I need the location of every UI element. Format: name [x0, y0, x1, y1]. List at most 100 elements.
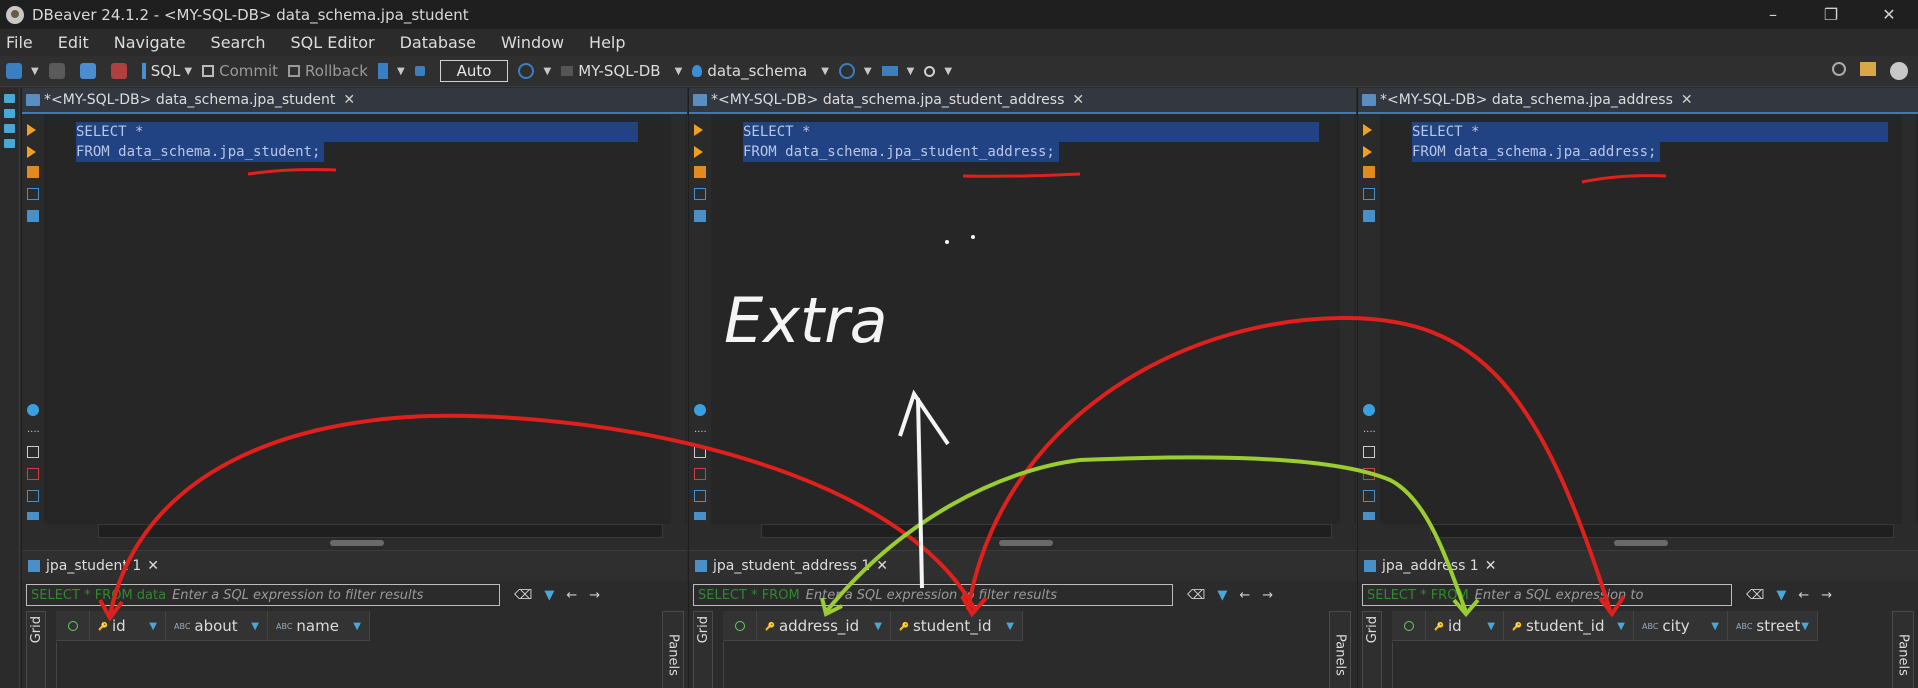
column-header-id[interactable]: 🔑 id ▼ — [1426, 611, 1504, 641]
sort-arrow-icon[interactable]: ▼ — [1711, 621, 1719, 632]
execute-script-icon[interactable] — [27, 146, 36, 158]
editor-results-splitter[interactable] — [999, 540, 1053, 546]
sort-arrow-icon[interactable]: ▼ — [1801, 621, 1809, 632]
grid-view-tab[interactable]: Grid — [693, 611, 713, 688]
menu-navigate[interactable]: Navigate — [114, 33, 186, 52]
menu-file[interactable]: File — [6, 33, 33, 52]
horizontal-scrollbar[interactable] — [1430, 524, 1894, 538]
minimize-button[interactable]: – — [1744, 0, 1802, 29]
back-icon[interactable]: ← — [1239, 588, 1250, 603]
filter-icon[interactable]: ▼ — [1217, 588, 1227, 603]
sort-arrow-icon[interactable]: ▼ — [1006, 621, 1014, 632]
explain-plan-icon[interactable] — [1363, 166, 1375, 178]
close-tab-icon[interactable]: ✕ — [343, 92, 355, 108]
error-log-icon[interactable] — [694, 468, 706, 480]
dbeaver-perspective-icon[interactable] — [1890, 62, 1908, 80]
sql-editor-button[interactable]: SQL ▼ — [141, 62, 192, 80]
column-header-name[interactable]: ABC name ▼ — [268, 611, 370, 641]
explain-plan-icon[interactable] — [694, 166, 706, 178]
commit-button[interactable]: Commit — [202, 62, 278, 80]
back-icon[interactable]: ← — [566, 588, 577, 603]
column-header-student-id[interactable]: 🔑 student_id ▼ — [891, 611, 1023, 641]
execute-script-icon[interactable] — [1363, 146, 1372, 158]
execute-statement-icon[interactable] — [27, 124, 36, 136]
load-script-icon[interactable] — [27, 188, 39, 200]
tools-button[interactable]: ▼ — [838, 63, 872, 79]
menu-help[interactable]: Help — [589, 33, 625, 52]
row-selector-header[interactable] — [56, 611, 90, 641]
panels-tab[interactable]: Panels — [1329, 611, 1351, 688]
sql-editor[interactable]: .... SELECT * FROM data_schema.jpa_stude… — [689, 114, 1356, 524]
terminal-icon[interactable] — [1363, 210, 1375, 222]
output-icon[interactable] — [27, 490, 39, 502]
horizontal-scrollbar[interactable] — [98, 524, 663, 538]
active-connection-selector[interactable]: MY-SQL-DB ▼ — [561, 62, 682, 80]
sort-arrow-icon[interactable]: ▼ — [1487, 621, 1495, 632]
row-selector-header[interactable] — [1392, 611, 1426, 641]
output-icon[interactable] — [694, 490, 706, 502]
terminal-icon[interactable] — [27, 210, 39, 222]
close-results-icon[interactable]: ✕ — [1485, 558, 1497, 574]
clear-filter-icon[interactable]: ⌫ — [514, 588, 532, 603]
editor-results-splitter[interactable] — [1614, 540, 1668, 546]
settings-icon[interactable] — [1363, 404, 1375, 416]
execute-statement-icon[interactable] — [1363, 124, 1372, 136]
column-header-address-id[interactable]: 🔑 address_id ▼ — [757, 611, 891, 641]
grid-view-tab[interactable]: Grid — [26, 611, 46, 688]
vertical-scrollbar[interactable] — [671, 114, 685, 524]
filter-input[interactable]: SELECT * FROM Enter a SQL expression to — [1362, 584, 1732, 606]
editor-tab-jpa-student[interactable]: *<MY-SQL-DB> data_schema.jpa_student ✕ — [22, 88, 687, 114]
results-tab-jpa-student-address[interactable]: jpa_student_address 1 ✕ — [689, 551, 1356, 581]
column-header-street[interactable]: ABC street ▼ — [1728, 611, 1818, 641]
transaction-mode-button[interactable]: ▼ — [377, 63, 405, 79]
disconnect-button[interactable] — [110, 63, 132, 79]
panels-tab[interactable]: Panels — [662, 611, 684, 688]
close-tab-icon[interactable]: ✕ — [1681, 92, 1693, 108]
filter-input[interactable]: SELECT * FROM Enter a SQL expression to … — [693, 584, 1173, 606]
active-schema-selector[interactable]: data_schema ▼ — [692, 62, 829, 80]
database-navigator-icon[interactable] — [4, 94, 15, 103]
clear-filter-icon[interactable]: ⌫ — [1187, 588, 1205, 603]
execute-script-icon[interactable] — [694, 146, 703, 158]
forward-icon[interactable]: → — [1821, 588, 1832, 603]
terminal-icon[interactable] — [694, 210, 706, 222]
sql-editor[interactable]: .... SELECT * FROM data_schema.jpa_stude… — [22, 114, 687, 524]
column-header-city[interactable]: ABC city ▼ — [1634, 611, 1728, 641]
statistics-icon[interactable] — [27, 512, 39, 520]
explain-plan-icon[interactable] — [27, 166, 39, 178]
settings-icon[interactable] — [27, 404, 39, 416]
filter-input[interactable]: SELECT * FROM data Enter a SQL expressio… — [26, 584, 500, 606]
vertical-scrollbar[interactable] — [1340, 114, 1354, 524]
close-results-icon[interactable]: ✕ — [876, 558, 888, 574]
statistics-icon[interactable] — [1363, 512, 1375, 520]
export-icon[interactable] — [694, 446, 706, 458]
editor-tab-jpa-address[interactable]: *<MY-SQL-DB> data_schema.jpa_address ✕ — [1358, 88, 1918, 114]
menu-sql-editor[interactable]: SQL Editor — [291, 33, 375, 52]
history-button[interactable]: ▼ — [518, 63, 551, 79]
export-icon[interactable] — [27, 446, 39, 458]
invalidate-button[interactable] — [79, 63, 101, 79]
sort-arrow-icon[interactable]: ▼ — [353, 621, 361, 632]
sort-arrow-icon[interactable]: ▼ — [874, 621, 882, 632]
menu-database[interactable]: Database — [400, 33, 476, 52]
execute-statement-icon[interactable] — [694, 124, 703, 136]
grid-view-tab[interactable]: Grid — [1362, 611, 1382, 688]
panels-tab[interactable]: Panels — [1892, 611, 1914, 688]
project-explorer-icon[interactable] — [4, 124, 15, 133]
row-selector-header[interactable] — [723, 611, 757, 641]
horizontal-scrollbar[interactable] — [761, 524, 1332, 538]
lock-button[interactable] — [414, 66, 430, 76]
forward-icon[interactable]: → — [589, 588, 600, 603]
close-results-icon[interactable]: ✕ — [147, 558, 159, 574]
sort-arrow-icon[interactable]: ▼ — [251, 621, 259, 632]
column-header-about[interactable]: ABC about ▼ — [166, 611, 268, 641]
column-header-student-id[interactable]: 🔑 student_id ▼ — [1504, 611, 1634, 641]
menu-edit[interactable]: Edit — [58, 33, 89, 52]
editor-results-splitter[interactable] — [330, 540, 384, 546]
vertical-scrollbar[interactable] — [1902, 114, 1916, 524]
sort-arrow-icon[interactable]: ▼ — [1617, 621, 1625, 632]
menu-search[interactable]: Search — [211, 33, 266, 52]
editor-tab-jpa-student-address[interactable]: *<MY-SQL-DB> data_schema.jpa_student_add… — [689, 88, 1356, 114]
close-tab-icon[interactable]: ✕ — [1072, 92, 1084, 108]
filter-icon[interactable]: ▼ — [1776, 588, 1786, 603]
